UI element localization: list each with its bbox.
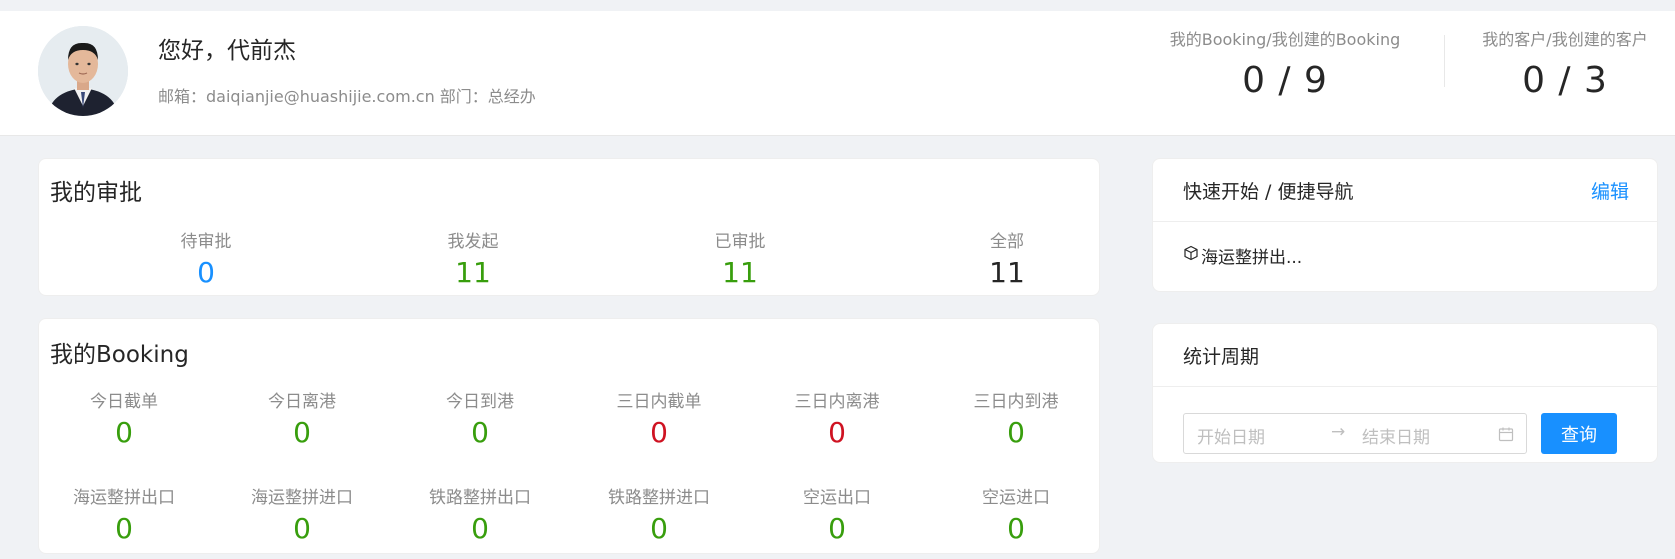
end-date-input[interactable]: 结束日期 xyxy=(1362,423,1430,448)
stat-label: 三日内到港 xyxy=(973,392,1059,412)
stat-value: 0 xyxy=(1007,512,1025,545)
stat-value: 0 xyxy=(115,512,133,545)
stat-label: 三日内离港 xyxy=(794,392,880,412)
booking-stat-air-import[interactable]: 空运进口 0 xyxy=(916,483,1116,545)
stat-label: 今日离港 xyxy=(268,392,336,412)
booking-stat-today-arrival[interactable]: 今日到港 0 xyxy=(380,387,580,449)
booking-stat-sea-import[interactable]: 海运整拼进口 0 xyxy=(202,483,402,545)
stat-label: 空运进口 xyxy=(982,488,1050,508)
approval-title: 我的审批 xyxy=(50,180,142,206)
stat-value: 0 xyxy=(115,416,133,449)
avatar-image xyxy=(38,26,128,116)
stat-label: 今日到港 xyxy=(446,392,514,412)
approval-initiated[interactable]: 我发起 11 xyxy=(373,227,573,289)
stat-label: 铁路整拼出口 xyxy=(429,488,531,508)
booking-stat-3day-arrival[interactable]: 三日内到港 0 xyxy=(916,387,1116,449)
booking-stat-today-cutoff[interactable]: 今日截单 0 xyxy=(24,387,224,449)
stat-label: 我的客户/我创建的客户 xyxy=(1482,30,1648,49)
stat-label: 空运出口 xyxy=(803,488,871,508)
stat-value: 11 xyxy=(455,256,491,289)
booking-title: 我的Booking xyxy=(50,342,189,368)
stat-value: 11 xyxy=(989,256,1025,289)
stat-value: 0 / 3 xyxy=(1522,60,1608,101)
approval-card: 我的审批 待审批 0 我发起 11 已审批 11 全部 11 xyxy=(38,158,1100,296)
stat-value: 0 xyxy=(650,416,668,449)
stat-value: 0 xyxy=(650,512,668,545)
approval-all[interactable]: 全部 11 xyxy=(907,227,1107,289)
booking-stat-rail-import[interactable]: 铁路整拼进口 0 xyxy=(559,483,759,545)
quick-nav-item[interactable]: 海运整拼出... xyxy=(1183,243,1302,268)
stat-label: 待审批 xyxy=(180,232,232,252)
stat-label: 我发起 xyxy=(447,232,499,252)
stat-value: 0 xyxy=(293,512,311,545)
stat-value: 11 xyxy=(722,256,758,289)
arrow-right-icon: → xyxy=(1331,422,1346,442)
stat-my-booking: 我的Booking/我创建的Booking 0 / 9 xyxy=(1150,26,1420,101)
period-title: 统计周期 xyxy=(1183,346,1260,368)
user-meta: 邮箱：daiqianjie@huashijie.com.cn 部门：总经办 xyxy=(158,87,536,106)
booking-stat-air-export[interactable]: 空运出口 0 xyxy=(737,483,937,545)
booking-stat-sea-export[interactable]: 海运整拼出口 0 xyxy=(24,483,224,545)
stat-value: 0 xyxy=(1007,416,1025,449)
stat-value: 0 xyxy=(828,416,846,449)
box-icon xyxy=(1183,245,1199,266)
profile-header: 您好，代前杰 邮箱：daiqianjie@huashijie.com.cn 部门… xyxy=(0,11,1675,136)
query-button[interactable]: 查询 xyxy=(1541,413,1617,454)
booking-card: 我的Booking 今日截单 0 今日离港 0 今日到港 0 三日内截单 0 三… xyxy=(38,318,1100,554)
booking-stat-rail-export[interactable]: 铁路整拼出口 0 xyxy=(380,483,580,545)
stat-label: 已审批 xyxy=(714,232,766,252)
stat-value: 0 xyxy=(471,416,489,449)
stat-my-customers: 我的客户/我创建的客户 0 / 3 xyxy=(1460,26,1670,101)
booking-stat-3day-cutoff[interactable]: 三日内截单 0 xyxy=(559,387,759,449)
period-header: 统计周期 xyxy=(1153,324,1657,387)
period-card: 统计周期 开始日期 → 结束日期 查询 xyxy=(1152,323,1658,463)
stat-label: 三日内截单 xyxy=(616,392,702,412)
divider xyxy=(1444,35,1445,87)
stat-label: 海运整拼进口 xyxy=(251,488,353,508)
stat-value: 0 xyxy=(197,256,215,289)
stat-label: 海运整拼出口 xyxy=(73,488,175,508)
quick-nav-item-label: 海运整拼出... xyxy=(1201,248,1303,268)
booking-stat-3day-departure[interactable]: 三日内离港 0 xyxy=(737,387,937,449)
date-range-picker[interactable]: 开始日期 → 结束日期 xyxy=(1183,413,1527,454)
greeting-text: 您好，代前杰 xyxy=(158,38,296,64)
stat-value: 0 xyxy=(471,512,489,545)
stat-value: 0 xyxy=(828,512,846,545)
edit-link[interactable]: 编辑 xyxy=(1591,177,1629,204)
quick-nav-card: 快速开始 / 便捷导航 编辑 海运整拼出... xyxy=(1152,158,1658,292)
calendar-icon[interactable] xyxy=(1498,426,1514,446)
stat-value: 0 / 9 xyxy=(1242,60,1328,101)
stat-label: 全部 xyxy=(990,232,1024,252)
stat-value: 0 xyxy=(293,416,311,449)
start-date-input[interactable]: 开始日期 xyxy=(1197,423,1265,448)
quick-nav-title: 快速开始 / 便捷导航 xyxy=(1183,181,1354,203)
stat-label: 我的Booking/我创建的Booking xyxy=(1169,30,1401,49)
approval-pending[interactable]: 待审批 0 xyxy=(106,227,306,289)
booking-stat-today-departure[interactable]: 今日离港 0 xyxy=(202,387,402,449)
stat-label: 铁路整拼进口 xyxy=(608,488,710,508)
quick-nav-header: 快速开始 / 便捷导航 编辑 xyxy=(1153,159,1657,222)
avatar xyxy=(38,26,128,116)
stat-label: 今日截单 xyxy=(90,392,158,412)
approval-approved[interactable]: 已审批 11 xyxy=(640,227,840,289)
